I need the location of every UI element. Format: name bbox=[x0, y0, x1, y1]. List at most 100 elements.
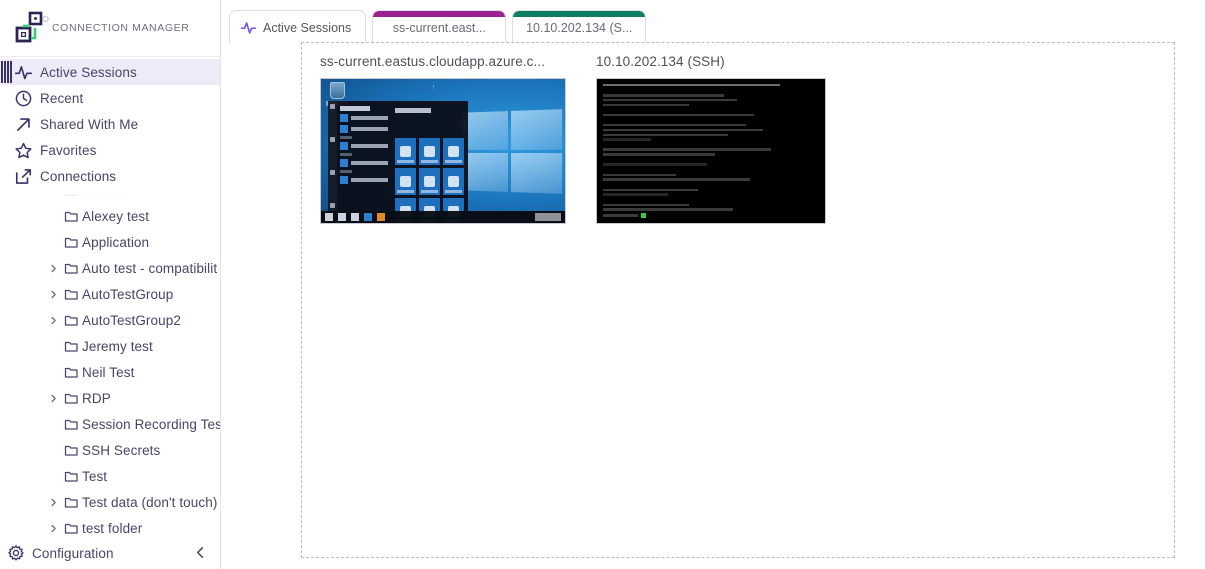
tree-item-label: SSH Secrets bbox=[82, 443, 160, 458]
collapse-sidebar-button[interactable] bbox=[194, 546, 207, 561]
main-content: Active Sessions ss-current.east... 10.10… bbox=[221, 0, 1205, 569]
start-menu bbox=[328, 101, 468, 211]
tree-item[interactable]: Alexey test bbox=[0, 203, 220, 229]
tree-item[interactable]: Test data (don't touch) bbox=[0, 489, 220, 515]
tree-item[interactable]: Test bbox=[0, 463, 220, 489]
tree-item-label: Alexey test bbox=[82, 209, 149, 224]
tree-item-label: AutoTestGroup bbox=[82, 287, 173, 302]
chevron-right-icon[interactable] bbox=[46, 290, 60, 299]
connection-manager-window: CONNECTION MANAGER Active Sessions bbox=[0, 0, 1205, 569]
tree-item[interactable]: a folder bbox=[0, 190, 220, 203]
tab-accent-bar bbox=[373, 11, 505, 17]
tree-item[interactable]: Application bbox=[0, 229, 220, 255]
windows-desktop-thumbnail[interactable] bbox=[320, 78, 566, 224]
sidebar-item-shared-with-me[interactable]: Shared With Me bbox=[0, 111, 220, 137]
folder-icon bbox=[60, 521, 82, 536]
start-button-icon bbox=[325, 213, 333, 221]
gear-icon[interactable] bbox=[0, 544, 32, 562]
sidebar-item-label: Favorites bbox=[40, 143, 96, 158]
terminal-prompt bbox=[603, 213, 819, 218]
folder-icon bbox=[60, 235, 82, 250]
tab-label: ss-current.east... bbox=[393, 21, 486, 35]
folder-icon bbox=[60, 339, 82, 354]
start-menu-app-list bbox=[337, 101, 391, 211]
tree-item[interactable]: Neil Test bbox=[0, 359, 220, 385]
tree-item-label: Test bbox=[82, 469, 107, 484]
folder-icon bbox=[60, 391, 82, 406]
primary-nav: Active Sessions Recent bbox=[0, 57, 220, 189]
clock-icon bbox=[14, 89, 40, 108]
sidebar-item-active-sessions[interactable]: Active Sessions bbox=[0, 59, 220, 85]
chevron-right-icon[interactable] bbox=[46, 394, 60, 403]
connections-tree[interactable]: a folder Alexey test Application Auto test … bbox=[0, 190, 220, 554]
session-title: 10.10.202.134 (SSH) bbox=[596, 54, 842, 69]
sidebar-item-connections[interactable]: Connections bbox=[0, 163, 220, 189]
ssh-terminal-thumbnail[interactable] bbox=[596, 78, 826, 224]
tree-item-label: Jeremy test bbox=[82, 339, 153, 354]
chevron-right-icon[interactable] bbox=[46, 498, 60, 507]
sidebar-item-label: Active Sessions bbox=[40, 65, 137, 80]
session-card[interactable]: ss-current.eastus.cloudapp.azure.c... bbox=[320, 54, 566, 224]
folder-icon bbox=[60, 209, 82, 224]
brand-title: CONNECTION MANAGER bbox=[52, 22, 189, 34]
tree-item-label: Neil Test bbox=[82, 365, 134, 380]
terminal-output bbox=[597, 79, 825, 223]
tree-item[interactable]: AutoTestGroup2 bbox=[0, 307, 220, 333]
taskbar-clock bbox=[535, 213, 561, 221]
tree-item[interactable]: SSH Secrets bbox=[0, 437, 220, 463]
tree-item[interactable]: Session Recording Test bbox=[0, 411, 220, 437]
taskbar-icon bbox=[364, 213, 372, 221]
terminal-cursor bbox=[641, 213, 646, 218]
drag-handle-icon[interactable] bbox=[0, 59, 12, 85]
chevron-right-icon[interactable] bbox=[46, 264, 60, 273]
sidebar-item-favorites[interactable]: Favorites bbox=[0, 137, 220, 163]
tree-item[interactable]: Jeremy test bbox=[0, 333, 220, 359]
folder-icon bbox=[60, 495, 82, 510]
windows-logo-icon bbox=[460, 109, 562, 193]
chevron-right-icon[interactable] bbox=[46, 190, 60, 195]
sidebar-footer: Configuration bbox=[0, 537, 221, 569]
pulse-icon bbox=[240, 19, 257, 36]
tree-item-label: Application bbox=[82, 235, 149, 250]
tree-item-label: AutoTestGroup2 bbox=[82, 313, 181, 328]
tree-item[interactable]: RDP bbox=[0, 385, 220, 411]
tree-item-label: test folder bbox=[82, 521, 142, 536]
tab-label: Active Sessions bbox=[263, 21, 351, 35]
star-icon bbox=[14, 141, 40, 160]
desktop-wallpaper bbox=[321, 79, 565, 223]
tree-item-label: RDP bbox=[82, 391, 111, 406]
folder-icon bbox=[60, 287, 82, 302]
chevron-right-icon[interactable] bbox=[46, 316, 60, 325]
arrow-up-right-icon bbox=[14, 115, 40, 134]
sidebar-item-recent[interactable]: Recent bbox=[0, 85, 220, 111]
folder-icon bbox=[60, 190, 82, 198]
folder-icon bbox=[60, 313, 82, 328]
tab-active-sessions[interactable]: Active Sessions bbox=[229, 10, 366, 44]
sidebar-item-label: Recent bbox=[40, 91, 83, 106]
session-card[interactable]: 10.10.202.134 (SSH) bbox=[596, 54, 842, 224]
sidebar: CONNECTION MANAGER Active Sessions bbox=[0, 0, 221, 569]
external-link-icon bbox=[14, 167, 40, 186]
folder-icon bbox=[60, 417, 82, 432]
tree-item[interactable]: AutoTestGroup bbox=[0, 281, 220, 307]
folder-icon bbox=[60, 365, 82, 380]
start-menu-rail bbox=[328, 101, 337, 211]
brand-header: CONNECTION MANAGER bbox=[0, 0, 220, 57]
taskbar-icon bbox=[338, 213, 346, 221]
session-card-list: ss-current.eastus.cloudapp.azure.c... bbox=[302, 43, 1174, 224]
tree-item[interactable]: Auto test - compatibilit bbox=[0, 255, 220, 281]
folder-icon bbox=[60, 469, 82, 484]
tree-item-label: a folder bbox=[82, 190, 128, 198]
tab-accent-bar bbox=[513, 11, 645, 17]
chevron-right-icon[interactable] bbox=[46, 524, 60, 533]
connection-manager-logo-icon bbox=[8, 8, 52, 48]
tab-session-rdp[interactable]: ss-current.east... bbox=[372, 10, 506, 44]
tree-item-label: Auto test - compatibilit bbox=[82, 261, 217, 276]
folder-icon bbox=[60, 261, 82, 276]
tab-session-ssh[interactable]: 10.10.202.134 (S... bbox=[512, 10, 646, 44]
tree-item-label: Session Recording Test bbox=[82, 417, 220, 432]
configuration-label[interactable]: Configuration bbox=[32, 546, 114, 561]
tree-item-label: Test data (don't touch) bbox=[82, 495, 217, 510]
pulse-icon bbox=[14, 63, 40, 82]
session-title: ss-current.eastus.cloudapp.azure.c... bbox=[320, 54, 566, 69]
